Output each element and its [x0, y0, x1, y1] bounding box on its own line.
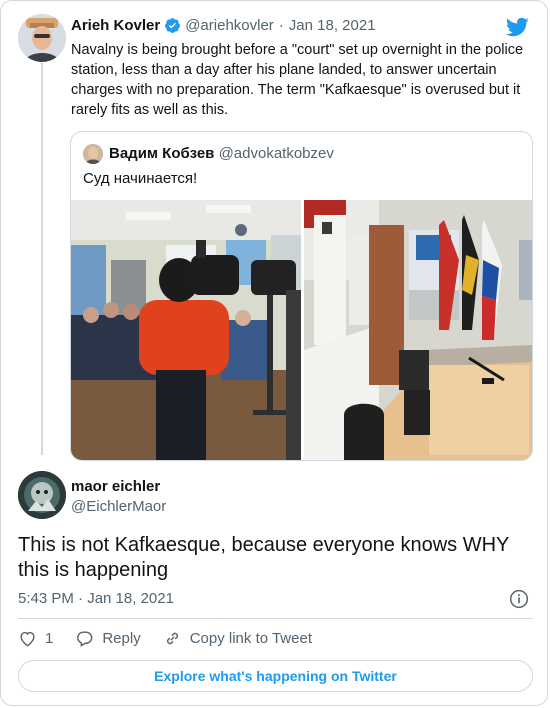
heart-icon — [20, 631, 35, 647]
tweet-header: Arieh Kovler @ariehkovler · Jan 18, 2021 — [71, 17, 376, 34]
courtroom-camera-crew-photo[interactable] — [71, 200, 301, 460]
like-button[interactable]: 1 — [18, 629, 53, 648]
quoted-author-name: Вадим Кобзев — [109, 145, 215, 162]
reply-author-avatar[interactable] — [18, 471, 66, 519]
tweet-date[interactable]: Jan 18, 2021 — [289, 17, 376, 34]
quoted-header: Вадим Кобзев @advokatkobzev — [109, 145, 334, 162]
info-icon[interactable] — [509, 589, 529, 609]
author-name[interactable]: Arieh Kovler — [71, 17, 160, 34]
reply-timestamp[interactable]: 5:43 PM · Jan 18, 2021 — [18, 590, 174, 607]
quoted-tweet-text: Суд начинается! — [83, 170, 198, 187]
courtroom-table-flags-photo[interactable] — [304, 200, 532, 460]
reply-button[interactable]: Reply — [75, 629, 141, 648]
verified-badge-icon — [164, 17, 181, 34]
copy-link-label: Copy link to Tweet — [189, 630, 312, 647]
like-count: 1 — [45, 630, 54, 647]
reply-author-name[interactable]: maor eichler — [71, 478, 160, 495]
thread-connector-line — [41, 63, 43, 455]
action-bar: 1 Reply Copy link to Tweet — [18, 629, 334, 648]
copy-link-button[interactable]: Copy link to Tweet — [163, 629, 312, 648]
explore-button[interactable]: Explore what's happening on Twitter — [18, 660, 533, 692]
embedded-tweet-card: Arieh Kovler @ariehkovler · Jan 18, 2021… — [0, 0, 548, 706]
author-handle[interactable]: @ariehkovler — [185, 17, 274, 34]
quoted-author-avatar — [83, 144, 103, 164]
twitter-bird-icon[interactable] — [505, 15, 529, 39]
divider — [18, 618, 533, 619]
reply-bubble-icon — [77, 631, 93, 647]
reply-author-handle[interactable]: @EichlerMaor — [71, 498, 166, 515]
reply-label: Reply — [102, 630, 141, 647]
quoted-author-handle: @advokatkobzev — [218, 145, 334, 162]
author-avatar[interactable] — [18, 14, 66, 62]
tweet-text: Navalny is being brought before a "court… — [71, 42, 524, 118]
reply-text: This is not Kafkaesque, because everyone… — [18, 534, 509, 581]
link-icon — [166, 632, 178, 645]
quoted-tweet[interactable]: Вадим Кобзев @advokatkobzev Суд начинает… — [70, 131, 533, 461]
header-separator: · — [278, 17, 284, 34]
